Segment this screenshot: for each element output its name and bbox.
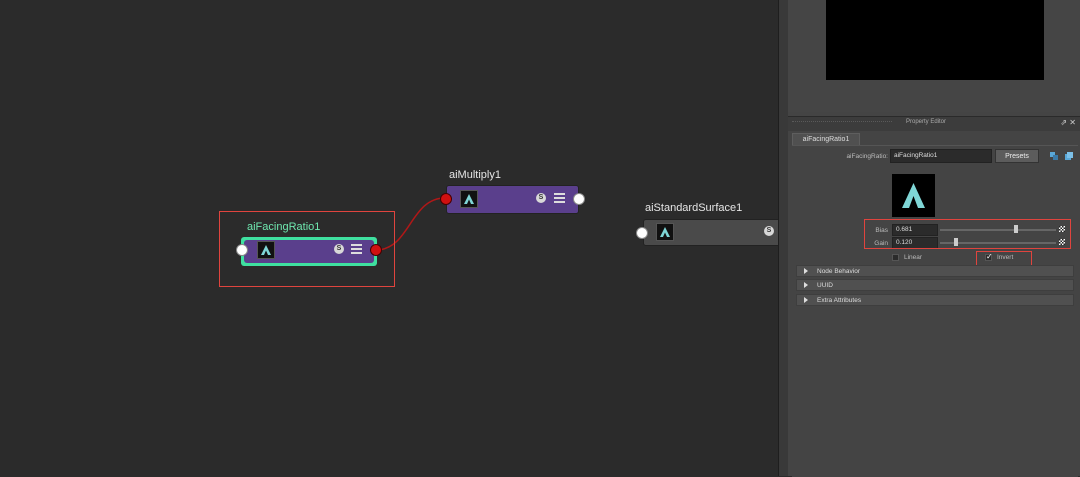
section-label: Extra Attributes [817,297,862,304]
linear-checkbox[interactable] [892,254,899,261]
close-icon[interactable]: ✕ [1069,118,1076,127]
arnold-icon [902,183,925,208]
section-extra-attributes[interactable]: Extra Attributes [796,294,1074,306]
node-name-field[interactable]: aiFacingRatio1 [890,149,992,163]
material-preview-area [788,0,1080,112]
arnold-icon [656,223,674,241]
expand-icon [804,282,808,288]
property-editor-body [792,145,1078,477]
float-icon[interactable]: ⇗ [1060,118,1067,127]
material-preview [826,0,1044,80]
expand-icon [804,268,808,274]
input-port[interactable] [636,227,648,239]
window-controls: ⇗ ✕ [1060,118,1076,127]
section-uuid[interactable]: UUID [796,279,1074,291]
input-port[interactable] [236,244,248,256]
section-label: UUID [817,282,833,289]
presets-button[interactable]: Presets [995,149,1039,163]
output-port[interactable] [573,193,585,205]
invert-label: Invert [997,254,1014,261]
shader-s-icon[interactable]: S [536,193,546,203]
attribute-list-icon[interactable] [351,244,362,254]
copy-tab-icon[interactable] [1065,152,1073,160]
check-mark-icon: ✓ [986,252,993,261]
node-title: aiStandardSurface1 [645,202,743,214]
property-editor-header: Property Editor ⇗ ✕ [788,116,1080,131]
node-title: aiMultiply1 [449,169,501,181]
drag-handle[interactable] [792,121,892,126]
node-title: aiFacingRatio1 [247,221,321,233]
shader-swatch [892,174,935,217]
expand-icon [804,297,808,303]
arnold-icon [257,241,275,259]
property-editor-title: Property Editor [906,119,947,125]
panel-splitter[interactable] [778,0,788,476]
linear-label: Linear [904,254,923,261]
node-graph-canvas[interactable]: aiFacingRatio1 S aiMultiply1 S aiStandar… [0,0,783,476]
section-label: Node Behavior [817,268,860,275]
output-port[interactable] [370,244,382,256]
attribute-list-icon[interactable] [554,193,565,203]
invert-checkbox[interactable]: ✓ [985,252,993,261]
node-name-label: aiFacingRatio: [846,153,888,160]
shader-s-icon[interactable]: S [764,226,774,236]
select-icon[interactable] [1050,152,1058,160]
section-node-behavior[interactable]: Node Behavior [796,265,1074,277]
shader-s-icon[interactable]: S [334,244,344,254]
bias-gain-highlight [864,219,1071,249]
input-port[interactable] [440,193,452,205]
arnold-icon [460,190,478,208]
right-panel: Property Editor ⇗ ✕ aiFacingRatio1 aiFac… [788,0,1080,477]
